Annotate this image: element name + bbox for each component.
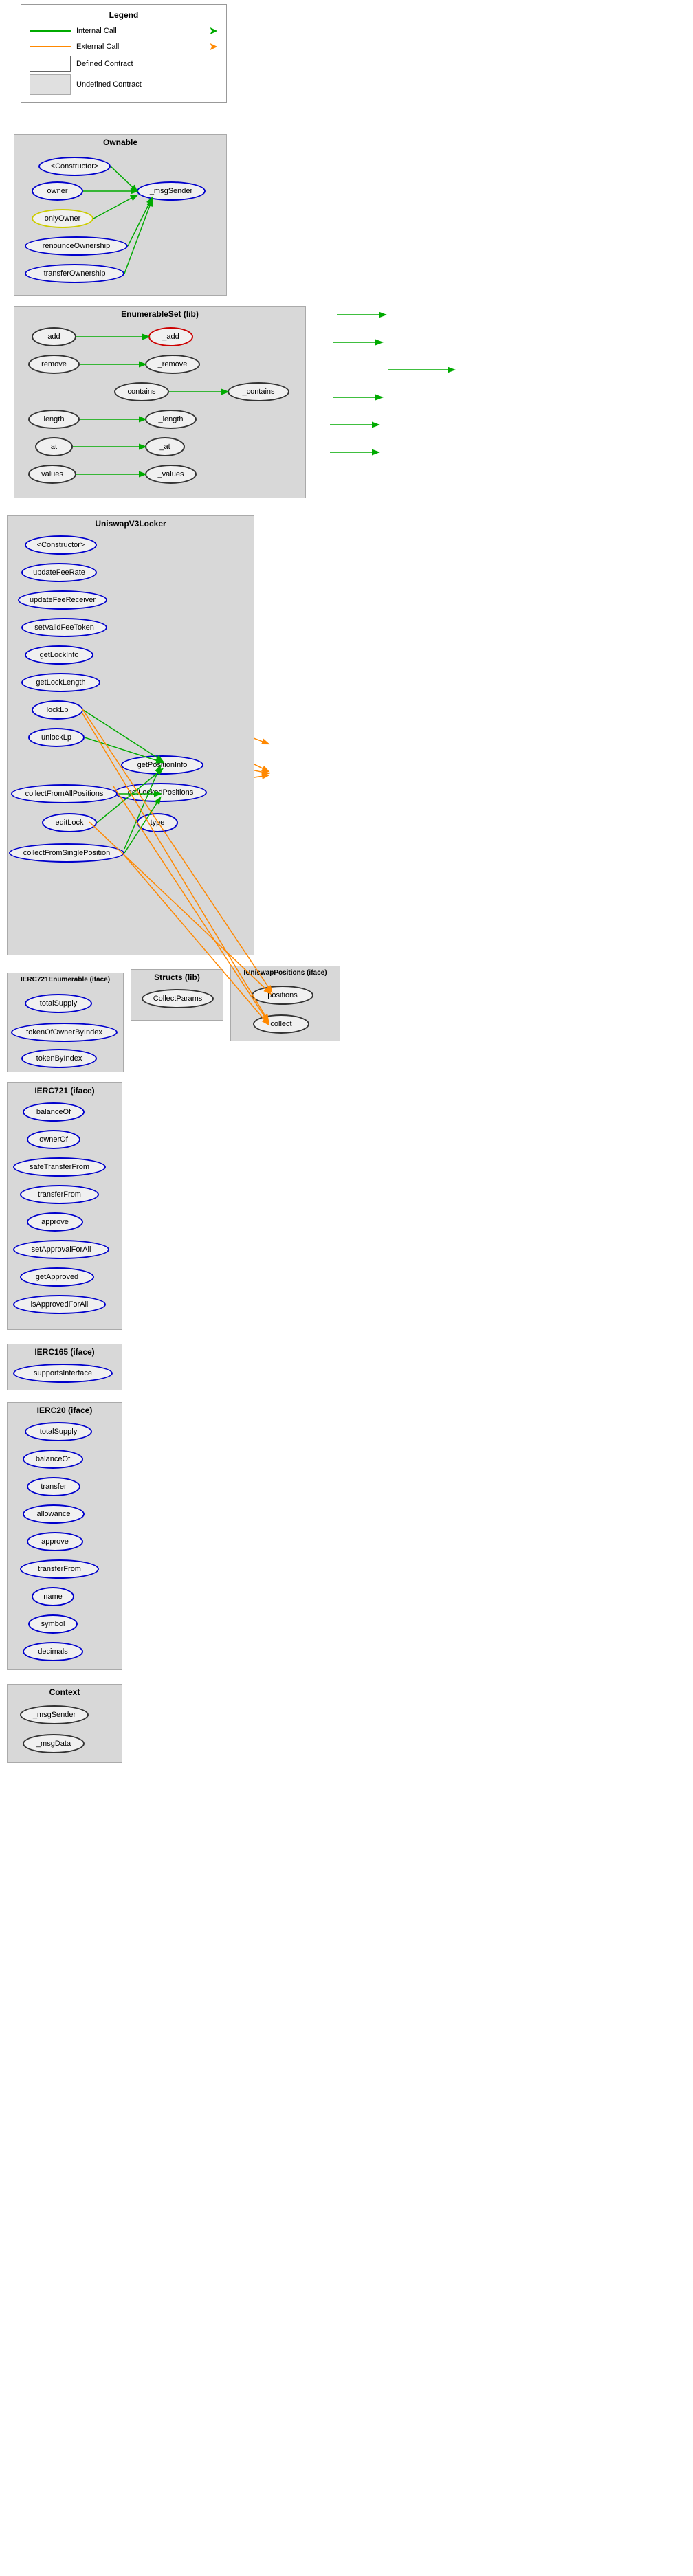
_values-node[interactable]: _values bbox=[145, 465, 197, 484]
msg-sender-ctx-node[interactable]: _msgSender bbox=[20, 1705, 89, 1724]
update-fee-receiver-node[interactable]: updateFeeReceiver bbox=[18, 590, 107, 610]
update-fee-rate-node[interactable]: updateFeeRate bbox=[21, 563, 97, 582]
ierc165-title: IERC165 (iface) bbox=[8, 1344, 122, 1358]
legend-undefined-label: Undefined Contract bbox=[76, 80, 142, 89]
ownable-title: Ownable bbox=[14, 135, 226, 148]
length-node[interactable]: length bbox=[28, 410, 80, 429]
internal-call-line bbox=[30, 30, 71, 32]
edit-lock-node[interactable]: editLock bbox=[42, 813, 97, 832]
is-approved-for-all-node[interactable]: isApprovedForAll bbox=[13, 1295, 106, 1314]
positions-node[interactable]: positions bbox=[252, 986, 314, 1005]
constructor-ownable-node[interactable]: <Constructor> bbox=[38, 157, 111, 176]
allowance-node[interactable]: allowance bbox=[23, 1504, 85, 1524]
ierc721-enum-title: IERC721Enumerable (iface) bbox=[8, 973, 123, 985]
collect-all-positions-node[interactable]: collectFromAllPositions bbox=[11, 784, 118, 803]
iuniswap-positions-title: IUniswapPositions (iface) bbox=[231, 966, 340, 978]
legend-internal-label: Internal Call bbox=[76, 27, 117, 35]
set-valid-fee-token-node[interactable]: setValidFeeToken bbox=[21, 618, 107, 637]
supports-interface-node[interactable]: supportsInterface bbox=[13, 1364, 113, 1383]
total-supply-20-node[interactable]: totalSupply bbox=[25, 1422, 92, 1441]
safe-transfer-from-node[interactable]: safeTransferFrom bbox=[13, 1157, 106, 1177]
enumerable-set-group: EnumerableSet (lib) add _add remove _rem… bbox=[14, 306, 306, 498]
owner-node[interactable]: owner bbox=[32, 181, 83, 201]
ierc165-group: IERC165 (iface) supportsInterface bbox=[7, 1344, 122, 1390]
msg-sender-ownable-node[interactable]: _msgSender bbox=[137, 181, 206, 201]
name-node[interactable]: name bbox=[32, 1587, 74, 1606]
transfer-from-20-node[interactable]: transferFrom bbox=[20, 1559, 99, 1579]
_length-node[interactable]: _length bbox=[145, 410, 197, 429]
_contains-node[interactable]: _contains bbox=[228, 382, 289, 401]
_at-node[interactable]: _at bbox=[145, 437, 185, 456]
external-arrow-icon: ➤ bbox=[209, 40, 218, 54]
ownable-group: Ownable <Constructor> owner _msgSender o… bbox=[14, 134, 227, 296]
total-supply-node[interactable]: totalSupply bbox=[25, 994, 92, 1013]
get-lock-info-node[interactable]: getLockInfo bbox=[25, 645, 94, 665]
contains-node[interactable]: contains bbox=[114, 382, 169, 401]
balance-of-node[interactable]: balanceOf bbox=[23, 1102, 85, 1122]
external-call-line bbox=[30, 46, 71, 47]
enumerable-set-title: EnumerableSet (lib) bbox=[14, 307, 305, 320]
legend-item-external: External Call ➤ bbox=[30, 40, 218, 54]
get-approved-node[interactable]: getApproved bbox=[20, 1267, 94, 1287]
add-node[interactable]: add bbox=[32, 327, 76, 346]
legend-title: Legend bbox=[30, 10, 218, 20]
msg-data-node[interactable]: _msgData bbox=[23, 1734, 85, 1753]
collect-node[interactable]: collect bbox=[253, 1014, 309, 1034]
at-node[interactable]: at bbox=[35, 437, 73, 456]
type-node[interactable]: type bbox=[137, 813, 178, 832]
undefined-contract-box bbox=[30, 74, 71, 95]
internal-arrow-icon: ➤ bbox=[209, 24, 218, 38]
legend-item-internal: Internal Call ➤ bbox=[30, 24, 218, 38]
remove-node[interactable]: remove bbox=[28, 355, 80, 374]
context-group: Context _msgSender _msgData bbox=[7, 1684, 122, 1763]
uniswap-title: UniswapV3Locker bbox=[8, 516, 254, 530]
context-title: Context bbox=[8, 1685, 122, 1698]
_remove-node[interactable]: _remove bbox=[145, 355, 200, 374]
defined-contract-box bbox=[30, 56, 71, 72]
unlock-lp-node[interactable]: unlockLp bbox=[28, 728, 85, 747]
legend-external-label: External Call bbox=[76, 43, 119, 51]
legend-box: Legend Internal Call ➤ External Call ➤ D… bbox=[21, 4, 227, 103]
ierc721-enum-group: IERC721Enumerable (iface) totalSupply to… bbox=[7, 973, 124, 1072]
token-by-index-node[interactable]: tokenByIndex bbox=[21, 1049, 97, 1068]
approve-node[interactable]: approve bbox=[27, 1212, 83, 1232]
transfer-from-node[interactable]: transferFrom bbox=[20, 1185, 99, 1204]
approve-20-node[interactable]: approve bbox=[27, 1532, 83, 1551]
ierc721-title: IERC721 (iface) bbox=[8, 1083, 122, 1097]
iuniswap-positions-group: IUniswapPositions (iface) positions coll… bbox=[230, 966, 340, 1041]
uniswap-group: UniswapV3Locker <Constructor> updateFeeR… bbox=[7, 515, 254, 955]
get-position-info-node[interactable]: getPositionInfo bbox=[121, 755, 204, 775]
transfer-node[interactable]: transfer bbox=[27, 1477, 80, 1496]
collect-single-position-node[interactable]: collectFromSinglePosition bbox=[9, 843, 124, 863]
transfer-ownership-node[interactable]: transferOwnership bbox=[25, 264, 124, 283]
ierc20-title: IERC20 (iface) bbox=[8, 1403, 122, 1417]
lock-lp-node[interactable]: lockLp bbox=[32, 700, 83, 720]
decimals-node[interactable]: decimals bbox=[23, 1642, 83, 1661]
diagram-container: Legend Internal Call ➤ External Call ➤ D… bbox=[0, 0, 693, 2576]
legend-item-defined: Defined Contract bbox=[30, 56, 218, 72]
only-owner-node[interactable]: onlyOwner bbox=[32, 209, 94, 228]
owner-of-node[interactable]: ownerOf bbox=[27, 1130, 80, 1149]
collect-params-node[interactable]: CollectParams bbox=[142, 989, 214, 1008]
ierc721-group: IERC721 (iface) balanceOf ownerOf safeTr… bbox=[7, 1082, 122, 1330]
set-approval-for-all-node[interactable]: setApprovalForAll bbox=[13, 1240, 109, 1259]
ierc20-group: IERC20 (iface) totalSupply balanceOf tra… bbox=[7, 1402, 122, 1670]
constructor-uniswap-node[interactable]: <Constructor> bbox=[25, 535, 97, 555]
legend-defined-label: Defined Contract bbox=[76, 60, 133, 68]
token-of-owner-by-index-node[interactable]: tokenOfOwnerByIndex bbox=[11, 1023, 118, 1042]
structs-group: Structs (lib) CollectParams bbox=[131, 969, 223, 1021]
structs-title: Structs (lib) bbox=[131, 970, 223, 984]
values-node[interactable]: values bbox=[28, 465, 76, 484]
get-locked-positions-node[interactable]: getLockedPositions bbox=[114, 783, 207, 802]
balance-of-20-node[interactable]: balanceOf bbox=[23, 1450, 83, 1469]
get-lock-length-node[interactable]: getLockLength bbox=[21, 673, 100, 692]
symbol-node[interactable]: symbol bbox=[28, 1614, 78, 1634]
renounce-ownership-node[interactable]: renounceOwnership bbox=[25, 236, 128, 256]
_add-node[interactable]: _add bbox=[148, 327, 193, 346]
legend-item-undefined: Undefined Contract bbox=[30, 74, 218, 95]
